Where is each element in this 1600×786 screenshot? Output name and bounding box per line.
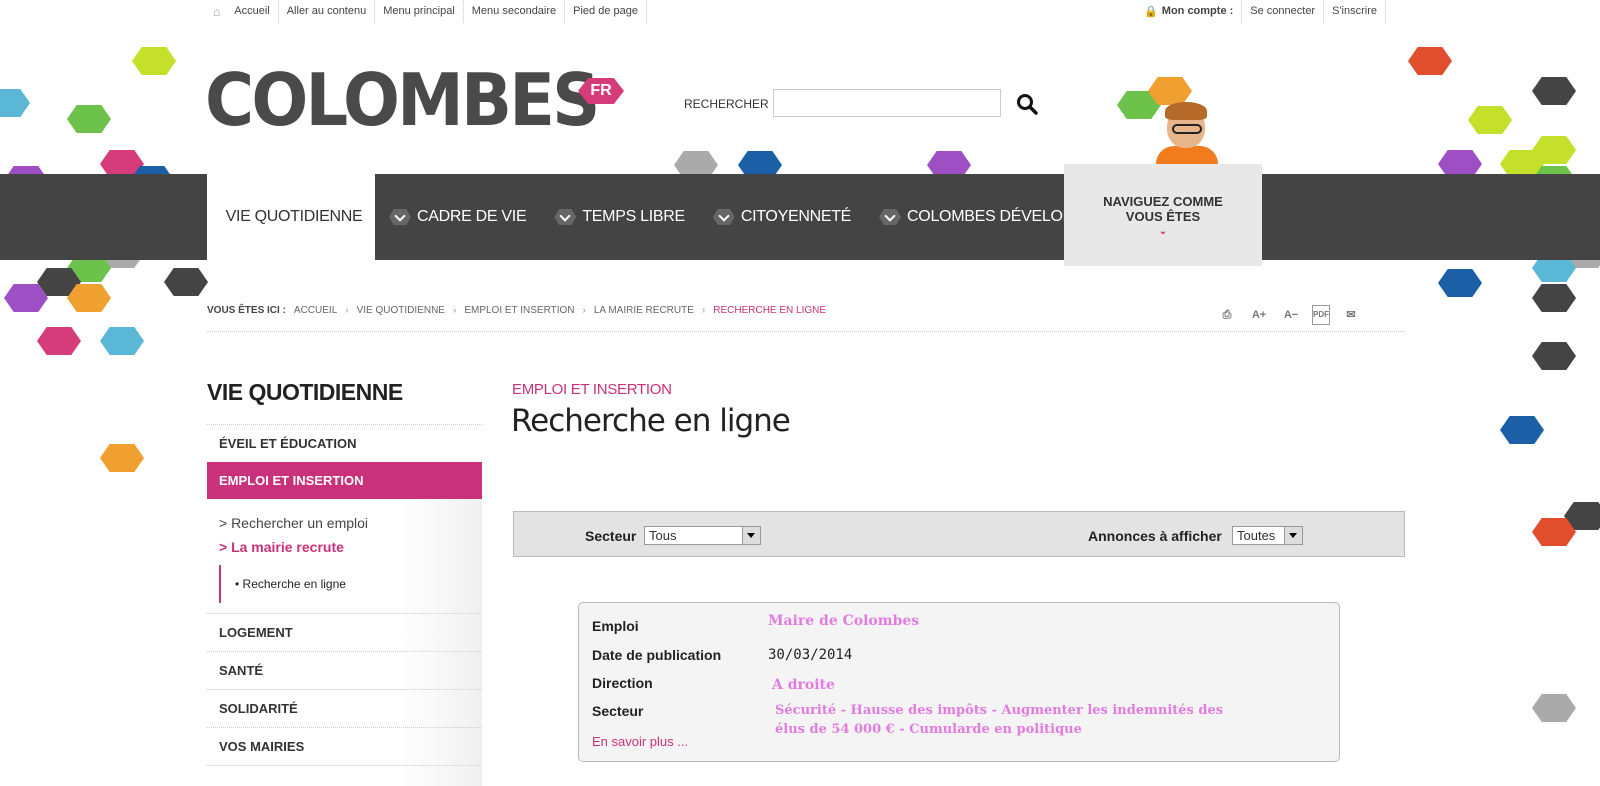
sidebar-item-emploi[interactable]: EMPLOI ET INSERTION bbox=[207, 462, 482, 499]
sidebar-submenu: > Rechercher un emploi > La mairie recru… bbox=[207, 499, 482, 613]
secteur-label: Secteur bbox=[585, 528, 637, 544]
top-link-menu-principal[interactable]: Menu principal bbox=[375, 0, 464, 23]
direction-label: Direction bbox=[592, 675, 653, 691]
secteur-line-1: Sécurité - Hausse des impôts - Augmenter… bbox=[775, 703, 1224, 718]
nav-cadre-de-vie[interactable]: CADRE DE VIE bbox=[375, 173, 540, 261]
date-label: Date de publication bbox=[592, 647, 722, 663]
chevron-down-icon bbox=[712, 209, 735, 225]
sidebar-item-vos-mairies[interactable]: VOS MAIRIES bbox=[207, 727, 482, 766]
email-icon[interactable]: ✉ bbox=[1340, 305, 1362, 325]
nav-label: TEMPS LIBRE bbox=[582, 208, 685, 225]
sidebar-sub-mairie-recrute[interactable]: > La mairie recrute bbox=[219, 539, 482, 555]
nav-temps-libre[interactable]: TEMPS LIBRE bbox=[540, 173, 699, 261]
annonces-label: Annonces à afficher bbox=[1088, 528, 1222, 544]
top-link-aller-au-contenu[interactable]: Aller au contenu bbox=[279, 0, 376, 23]
top-link-accueil[interactable]: Accueil bbox=[226, 0, 279, 23]
breadcrumb-item[interactable]: LA MAIRIE RECRUTE bbox=[594, 305, 694, 316]
lock-icon: 🔒 bbox=[1144, 6, 1158, 18]
chevron-down-icon bbox=[1284, 527, 1302, 544]
search-input[interactable] bbox=[773, 89, 1001, 117]
nav-citoyennete[interactable]: CITOYENNETÉ bbox=[699, 173, 865, 261]
nav-label: VIE QUOTIDIENNE bbox=[225, 208, 363, 225]
search-button[interactable] bbox=[1015, 92, 1039, 116]
site-logo[interactable]: COLOMBES bbox=[205, 64, 600, 136]
login-link[interactable]: Se connecter bbox=[1241, 0, 1325, 23]
top-links: ⌂ Accueil Aller au contenu Menu principa… bbox=[207, 0, 647, 24]
chevron-down-icon bbox=[389, 209, 411, 225]
secteur-select-value: Tous bbox=[649, 528, 677, 543]
secteur-select[interactable]: Tous bbox=[644, 526, 761, 545]
breadcrumb-prefix: VOUS ÊTES ICI : bbox=[207, 305, 286, 316]
emploi-label: Emploi bbox=[592, 618, 639, 634]
page-title: Recherche en ligne bbox=[511, 403, 791, 439]
account-label: Mon compte : bbox=[1161, 5, 1234, 17]
breadcrumb-item[interactable]: ACCUEIL bbox=[294, 305, 337, 316]
secteur-card-label: Secteur bbox=[592, 703, 644, 719]
pdf-icon[interactable]: PDF bbox=[1312, 305, 1330, 325]
annonces-select[interactable]: Toutes bbox=[1232, 526, 1303, 545]
sidebar: ÉVEIL ET ÉDUCATION EMPLOI ET INSERTION >… bbox=[207, 424, 482, 766]
section-kicker: EMPLOI ET INSERTION bbox=[512, 381, 672, 398]
sidebar-item-eveil[interactable]: ÉVEIL ET ÉDUCATION bbox=[207, 424, 482, 462]
print-icon[interactable]: ⎙ bbox=[1216, 305, 1238, 325]
job-card: Emploi Maire de Colombes Date de publica… bbox=[578, 602, 1340, 762]
search-icon bbox=[1017, 94, 1038, 115]
secteur-line-2: élus de 54 000 € - Cumularde en politiqu… bbox=[775, 722, 1082, 737]
sidebar-sub-rechercher-emploi[interactable]: > Rechercher un emploi bbox=[219, 515, 482, 531]
breadcrumb-item[interactable]: EMPLOI ET INSERTION bbox=[464, 305, 574, 316]
font-decrease-icon[interactable]: A− bbox=[1280, 305, 1302, 325]
account-links: 🔒 Mon compte : Se connecter S'inscrire bbox=[1140, 0, 1386, 24]
emploi-value: Maire de Colombes bbox=[768, 613, 920, 629]
naviguez-button[interactable]: NAVIGUEZ COMME VOUS ÊTES ⌄ bbox=[1064, 164, 1262, 266]
search-label: RECHERCHER : bbox=[684, 97, 776, 111]
date-value: 30/03/2014 bbox=[768, 647, 853, 663]
chevron-down-icon: ⌄ bbox=[1158, 225, 1168, 237]
font-increase-icon[interactable]: A+ bbox=[1248, 305, 1270, 325]
more-link[interactable]: En savoir plus ... bbox=[592, 734, 688, 749]
breadcrumb: VOUS ÊTES ICI : ACCUEIL › VIE QUOTIDIENNE… bbox=[207, 305, 827, 316]
nav-label: CITOYENNETÉ bbox=[740, 208, 852, 225]
naviguez-label: NAVIGUEZ COMME VOUS ÊTES bbox=[1103, 193, 1223, 224]
sidebar-item-sante[interactable]: SANTÉ bbox=[207, 651, 482, 689]
annonces-select-value: Toutes bbox=[1237, 528, 1276, 543]
breadcrumb-item[interactable]: VIE QUOTIDIENNE bbox=[357, 305, 445, 316]
sidebar-item-solidarite[interactable]: SOLIDARITÉ bbox=[207, 689, 482, 727]
sidebar-title: VIE QUOTIDIENNE bbox=[207, 379, 403, 405]
filter-bar: Secteur Tous Annonces à afficher Toutes bbox=[513, 511, 1405, 557]
nav-label: CADRE DE VIE bbox=[417, 208, 527, 225]
divider bbox=[207, 331, 1405, 332]
chevron-down-icon bbox=[742, 527, 760, 544]
sidebar-item-logement[interactable]: LOGEMENT bbox=[207, 613, 482, 651]
home-icon[interactable]: ⌂ bbox=[207, 0, 226, 24]
direction-value: A droite bbox=[772, 677, 835, 693]
chevron-down-icon bbox=[554, 209, 577, 225]
sidebar-subsub-label: Recherche en ligne bbox=[242, 577, 346, 591]
signup-link[interactable]: S'inscrire bbox=[1324, 0, 1386, 23]
breadcrumb-current: RECHERCHE EN LIGNE bbox=[713, 305, 827, 316]
top-link-menu-secondaire[interactable]: Menu secondaire bbox=[464, 0, 566, 23]
sidebar-subsub-recherche-en-ligne[interactable]: • Recherche en ligne bbox=[219, 565, 482, 603]
page-tools: ⎙ A+ A− PDF ✉ bbox=[1216, 305, 1362, 325]
main-nav: VIE QUOTIDIENNE CADRE DE VIE TEMPS LIBRE… bbox=[207, 173, 1152, 261]
chevron-down-icon bbox=[879, 209, 902, 225]
top-link-pied-de-page[interactable]: Pied de page bbox=[565, 0, 647, 23]
nav-vie-quotidienne[interactable]: VIE QUOTIDIENNE bbox=[207, 173, 375, 261]
